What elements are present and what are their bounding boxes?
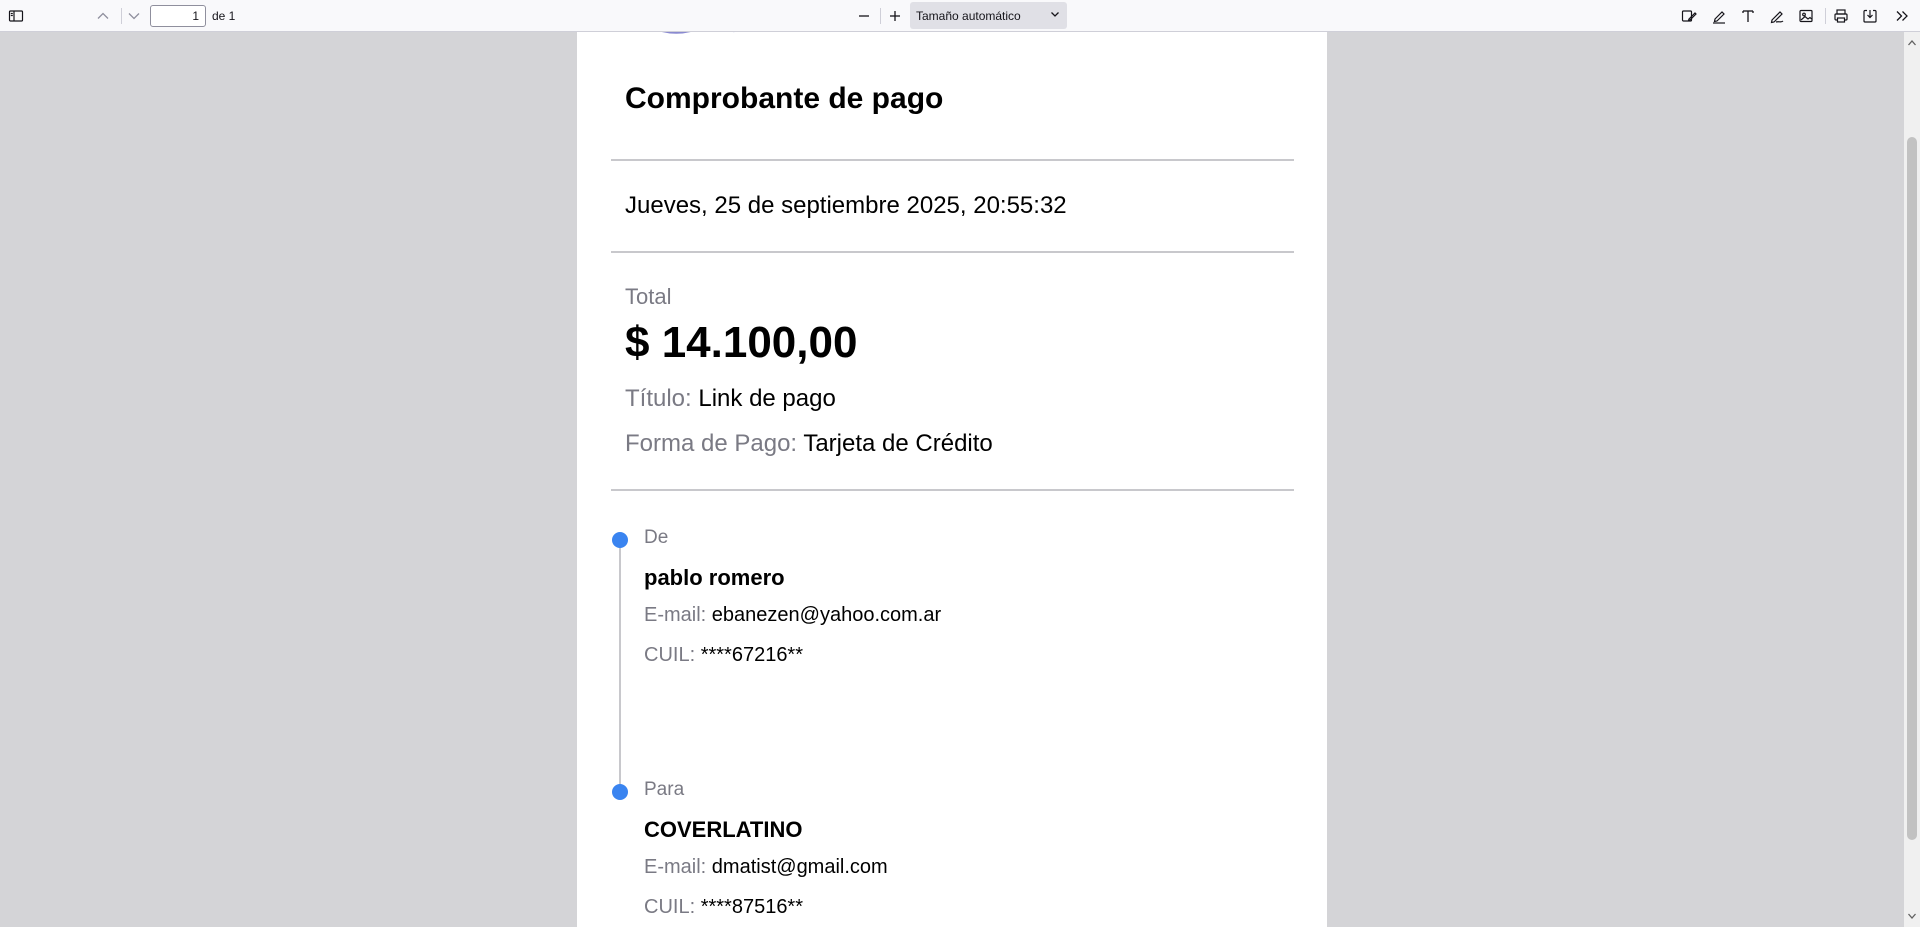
pdf-viewer[interactable]: Comprobante de pago Jueves, 25 de septie… — [0, 32, 1920, 927]
pdf-page: Comprobante de pago Jueves, 25 de septie… — [577, 32, 1327, 927]
to-email-label: E-mail: — [644, 856, 707, 878]
titulo-value: Link de pago — [698, 385, 836, 412]
toolbar-divider — [880, 8, 881, 24]
titulo-row: Título: Link de pago — [625, 385, 836, 413]
page-total-label: de 1 — [212, 9, 236, 23]
print-icon[interactable] — [1829, 4, 1853, 28]
forma-pago-row: Forma de Pago: Tarjeta de Crédito — [625, 430, 993, 458]
zoom-select[interactable]: Tamaño automático — [910, 2, 1067, 29]
sidebar-toggle-icon[interactable] — [4, 4, 28, 28]
from-cuil-label: CUIL: — [644, 644, 696, 666]
forma-pago-value: Tarjeta de Crédito — [803, 430, 993, 457]
text-icon[interactable] — [1736, 4, 1760, 28]
previous-page-icon[interactable] — [91, 4, 115, 28]
from-email-label: E-mail: — [644, 604, 707, 626]
divider — [611, 489, 1294, 491]
total-amount: $ 14.100,00 — [625, 318, 858, 367]
to-cuil-label: CUIL: — [644, 896, 696, 918]
from-email-row: E-mail: ebanezen@yahoo.com.ar — [644, 604, 941, 627]
receipt-date: Jueves, 25 de septiembre 2025, 20:55:32 — [625, 192, 1067, 219]
from-dot — [612, 532, 628, 548]
scroll-up-icon[interactable] — [1904, 35, 1920, 51]
save-icon[interactable] — [1858, 4, 1882, 28]
toolbar-divider — [1825, 8, 1826, 24]
image-icon[interactable] — [1794, 4, 1818, 28]
timeline-line — [619, 540, 621, 793]
next-page-icon[interactable] — [122, 4, 146, 28]
from-email: ebanezen@yahoo.com.ar — [711, 604, 942, 626]
to-name: COVERLATINO — [644, 817, 803, 842]
scroll-down-icon[interactable] — [1904, 908, 1920, 924]
to-cuil: ****87516** — [700, 896, 804, 918]
highlight-icon[interactable] — [1707, 4, 1731, 28]
logo-fragment — [661, 32, 735, 34]
to-cuil-row: CUIL: ****87516** — [644, 896, 803, 919]
page-number-input[interactable] — [150, 5, 206, 27]
to-label: Para — [644, 779, 685, 800]
more-tools-icon[interactable] — [1890, 4, 1914, 28]
receipt-title: Comprobante de pago — [625, 82, 944, 115]
divider — [611, 159, 1294, 161]
chevron-down-icon — [1049, 8, 1061, 23]
to-email-row: E-mail: dmatist@gmail.com — [644, 856, 888, 879]
zoom-in-icon[interactable] — [883, 4, 907, 28]
zoom-out-icon[interactable] — [852, 4, 876, 28]
signature-icon[interactable] — [1677, 4, 1701, 28]
from-cuil-row: CUIL: ****67216** — [644, 644, 803, 667]
forma-pago-label: Forma de Pago: — [625, 430, 798, 457]
to-dot — [612, 784, 628, 800]
titulo-label: Título: — [625, 385, 692, 412]
vertical-scrollbar[interactable] — [1904, 32, 1920, 927]
to-email: dmatist@gmail.com — [711, 856, 888, 878]
divider — [611, 251, 1294, 253]
scrollbar-thumb[interactable] — [1907, 137, 1917, 840]
from-label: De — [644, 527, 669, 548]
total-label: Total — [625, 284, 672, 309]
draw-icon[interactable] — [1765, 4, 1789, 28]
pdf-toolbar: de 1 Tamaño automático — [0, 0, 1920, 32]
zoom-select-value: Tamaño automático — [916, 8, 1021, 23]
from-name: pablo romero — [644, 565, 785, 590]
from-cuil: ****67216** — [700, 644, 804, 666]
